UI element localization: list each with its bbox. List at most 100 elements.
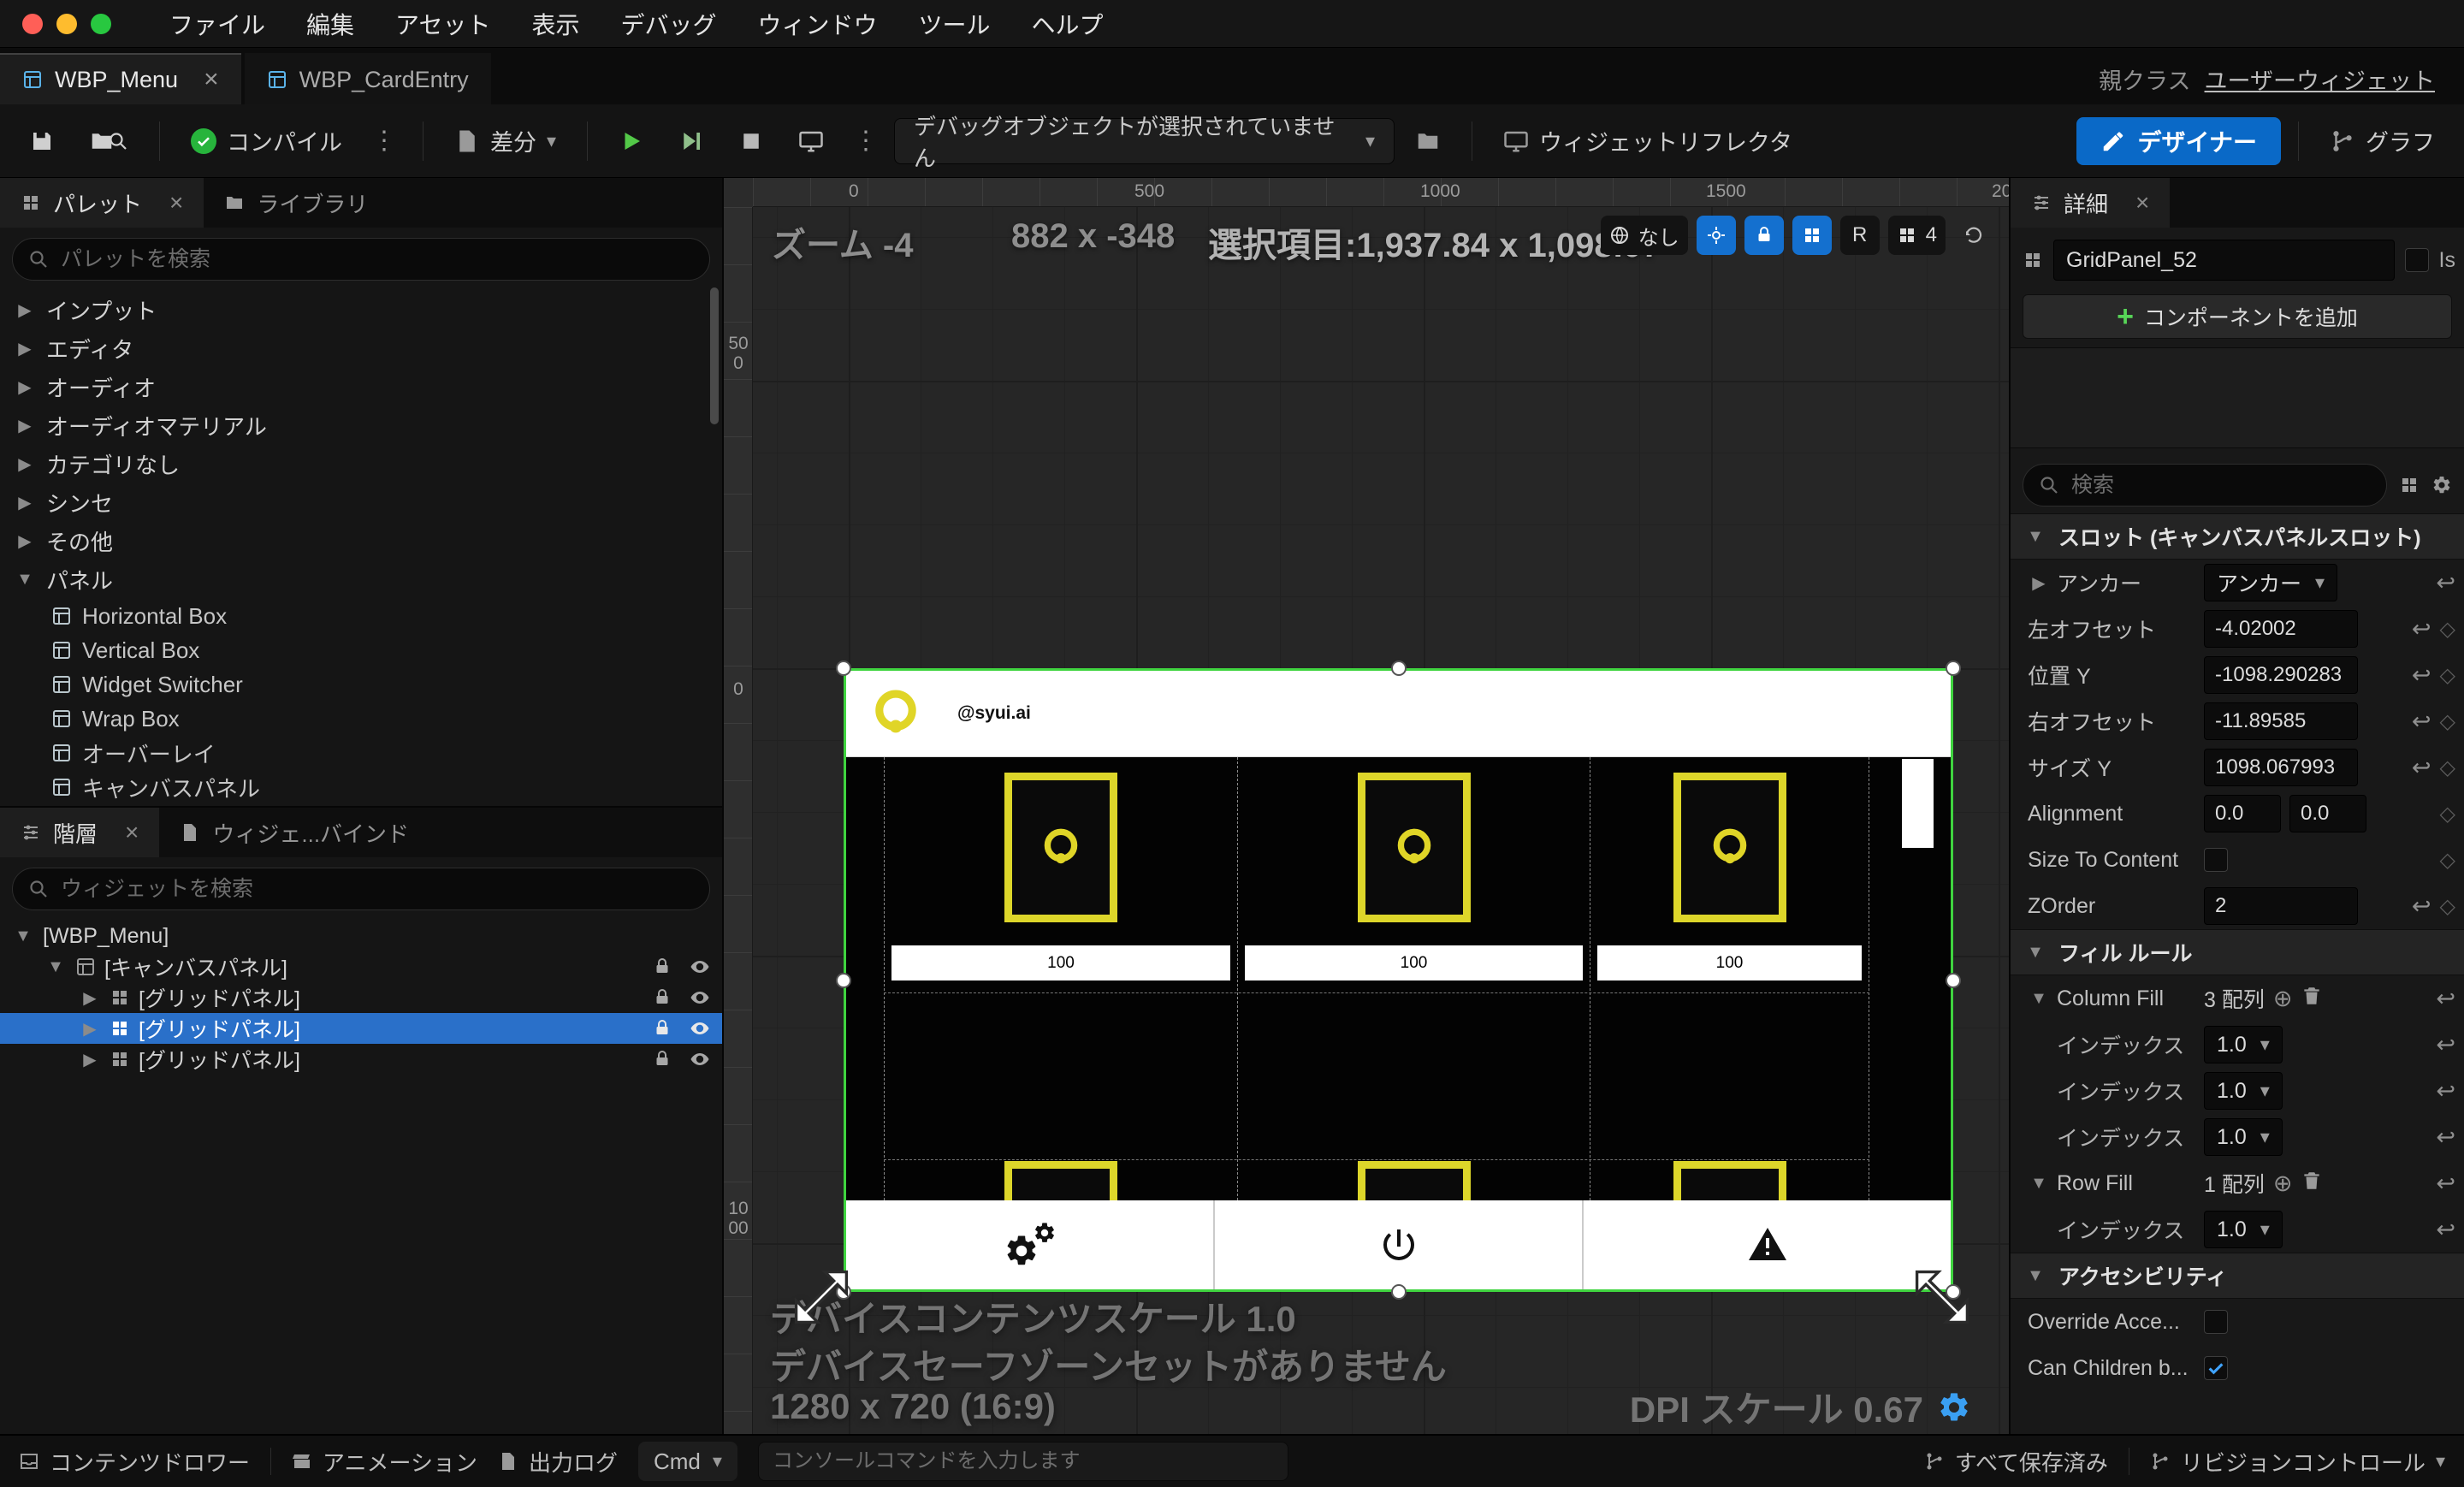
browse-content-button[interactable] — [75, 116, 142, 167]
card-thumbnail[interactable] — [1358, 773, 1471, 922]
tab-library[interactable]: ライブラリ — [204, 178, 388, 228]
expand-arrow-icon[interactable]: ▶ — [14, 453, 36, 475]
collapse-arrow-icon[interactable]: ▼ — [2024, 527, 2046, 547]
expand-arrow-icon[interactable]: ▶ — [14, 415, 36, 436]
palette-category-uncategorized[interactable]: ▶カテゴリなし — [0, 445, 722, 483]
bind-diamond-icon[interactable]: ◇ — [2440, 894, 2455, 919]
tab-widget-bind[interactable]: ウィジェ...バインド — [159, 808, 429, 857]
section-fill-rules[interactable]: ▼ フィル ルール — [2011, 929, 2464, 975]
menu-tools[interactable]: ツール — [898, 7, 1011, 41]
expand-arrow-icon[interactable]: ▶ — [79, 987, 101, 1009]
reset-to-default-icon[interactable]: ↩ — [2412, 616, 2431, 643]
hierarchy-search-input[interactable] — [61, 877, 694, 902]
expand-arrow-icon[interactable]: ▶ — [14, 530, 36, 552]
tab-details[interactable]: 詳細 × — [2011, 178, 2170, 228]
offset-left-input[interactable] — [2204, 610, 2358, 648]
palette-category-panel[interactable]: ▼パネル — [0, 560, 722, 599]
reset-to-default-icon[interactable]: ↩ — [2412, 893, 2431, 920]
menu-file[interactable]: ファイル — [149, 7, 286, 41]
animation-button[interactable]: アニメーション — [292, 1446, 477, 1478]
palette-item-canvas-panel[interactable]: キャンバスパネル — [0, 770, 722, 804]
bind-diamond-icon[interactable]: ◇ — [2440, 617, 2455, 642]
launch-button[interactable] — [785, 116, 838, 167]
resize-handle[interactable] — [1946, 661, 1961, 676]
save-button[interactable] — [15, 116, 68, 167]
settings-cell[interactable] — [846, 1200, 1213, 1289]
menu-window[interactable]: ウィンドウ — [737, 7, 898, 41]
compile-button[interactable]: コンパイル — [177, 116, 356, 167]
expand-arrow-icon[interactable]: ▶ — [79, 1049, 101, 1070]
collapse-arrow-icon[interactable]: ▼ — [44, 957, 67, 977]
visibility-eye-icon[interactable] — [690, 1018, 710, 1039]
resize-handle[interactable] — [1391, 661, 1407, 676]
size-y-input[interactable] — [2204, 749, 2358, 786]
override-accessible-checkbox[interactable] — [2204, 1310, 2228, 1334]
palette-item-horizontal-box[interactable]: Horizontal Box — [0, 599, 722, 633]
maximize-window-button[interactable] — [91, 14, 111, 34]
expand-arrow-icon[interactable]: ▶ — [14, 299, 36, 321]
menu-view[interactable]: 表示 — [511, 7, 600, 41]
save-status[interactable]: すべて保存済み — [1924, 1446, 2108, 1478]
resize-handle[interactable] — [836, 973, 851, 988]
tab-hierarchy[interactable]: 階層 × — [0, 808, 159, 857]
visibility-eye-icon[interactable] — [690, 957, 710, 977]
tab-wbp-cardentry[interactable]: WBP_CardEntry — [245, 53, 491, 104]
frame-skip-button[interactable] — [665, 116, 718, 167]
hierarchy-search[interactable] — [12, 868, 710, 910]
bind-diamond-icon[interactable]: ◇ — [2440, 848, 2455, 873]
add-array-element-icon[interactable]: ⊕ — [2273, 1170, 2293, 1197]
console-destination-dropdown[interactable]: Cmd ▾ — [638, 1442, 737, 1481]
palette-category-editor[interactable]: ▶エディタ — [0, 329, 722, 368]
details-search[interactable] — [2023, 464, 2387, 507]
reset-to-default-icon[interactable]: ↩ — [2436, 1078, 2455, 1105]
reset-to-default-icon[interactable]: ↩ — [2436, 1217, 2455, 1243]
output-log-button[interactable]: 出力ログ — [498, 1446, 618, 1478]
lock-icon[interactable] — [652, 957, 672, 977]
menu-debug[interactable]: デバッグ — [601, 7, 737, 41]
minimize-window-button[interactable] — [56, 14, 77, 34]
lock-icon[interactable] — [652, 1018, 672, 1039]
hierarchy-row-grid-panel-3[interactable]: ▶ [グリッドパネル] — [0, 1044, 722, 1075]
index-dropdown[interactable]: 1.0▾ — [2204, 1211, 2283, 1248]
palette-search[interactable] — [12, 238, 710, 281]
collapse-arrow-icon[interactable]: ▼ — [12, 927, 34, 946]
hierarchy-row-canvas-panel[interactable]: ▼ [キャンバスパネル] — [0, 951, 722, 982]
reset-to-default-icon[interactable]: ↩ — [2436, 1032, 2455, 1058]
details-search-input[interactable] — [2071, 473, 2371, 498]
menu-edit[interactable]: 編集 — [286, 7, 375, 41]
palette-category-other[interactable]: ▶その他 — [0, 522, 722, 560]
lock-widget-button[interactable] — [1744, 216, 1784, 255]
palette-item-overlay[interactable]: オーバーレイ — [0, 736, 722, 770]
collapse-arrow-icon[interactable]: ▼ — [2024, 943, 2046, 963]
diff-button[interactable]: 差分 ▾ — [441, 116, 570, 167]
expand-arrow-icon[interactable]: ▶ — [2028, 572, 2050, 594]
visibility-eye-icon[interactable] — [690, 987, 710, 1008]
collapse-arrow-icon[interactable]: ▼ — [2028, 1174, 2050, 1194]
resize-arrow-icon[interactable] — [785, 1261, 857, 1333]
lock-icon[interactable] — [652, 987, 672, 1008]
grid-snap-button[interactable]: 4 — [1888, 216, 1946, 255]
tab-close-icon[interactable]: × — [204, 65, 219, 94]
add-array-element-icon[interactable]: ⊕ — [2273, 986, 2293, 1012]
play-button[interactable] — [605, 116, 658, 167]
reset-to-default-icon[interactable]: ↩ — [2412, 708, 2431, 735]
reset-to-default-icon[interactable]: ↩ — [2412, 755, 2431, 781]
zorder-input[interactable] — [2204, 887, 2358, 925]
rotation-mode-button[interactable]: R — [1840, 216, 1880, 255]
widget-scrollbar[interactable] — [1902, 759, 1934, 848]
reset-to-default-icon[interactable]: ↩ — [2436, 986, 2455, 1012]
hierarchy-row-grid-panel-1[interactable]: ▶ [グリッドパネル] — [0, 982, 722, 1013]
reset-to-default-icon[interactable]: ↩ — [2412, 662, 2431, 689]
section-slot[interactable]: ▼ スロット (キャンバスパネルスロット) — [2011, 513, 2464, 560]
menu-help[interactable]: ヘルプ — [1011, 7, 1124, 41]
expand-arrow-icon[interactable]: ▶ — [14, 338, 36, 359]
designer-viewport[interactable]: 0 500 1000 1500 200 500 0 1000 ズーム -4 88… — [724, 178, 2009, 1434]
graph-mode-button[interactable]: グラフ — [2316, 116, 2449, 167]
size-to-content-checkbox[interactable] — [2204, 848, 2228, 872]
resize-arrow-icon[interactable] — [1906, 1261, 1978, 1333]
bind-diamond-icon[interactable]: ◇ — [2440, 709, 2455, 734]
hierarchy-row-grid-panel-2-selected[interactable]: ▶ [グリッドパネル] — [0, 1013, 722, 1044]
tab-palette[interactable]: パレット × — [0, 178, 204, 228]
palette-category-synth[interactable]: ▶シンセ — [0, 483, 722, 522]
resize-handle[interactable] — [1391, 1284, 1407, 1300]
